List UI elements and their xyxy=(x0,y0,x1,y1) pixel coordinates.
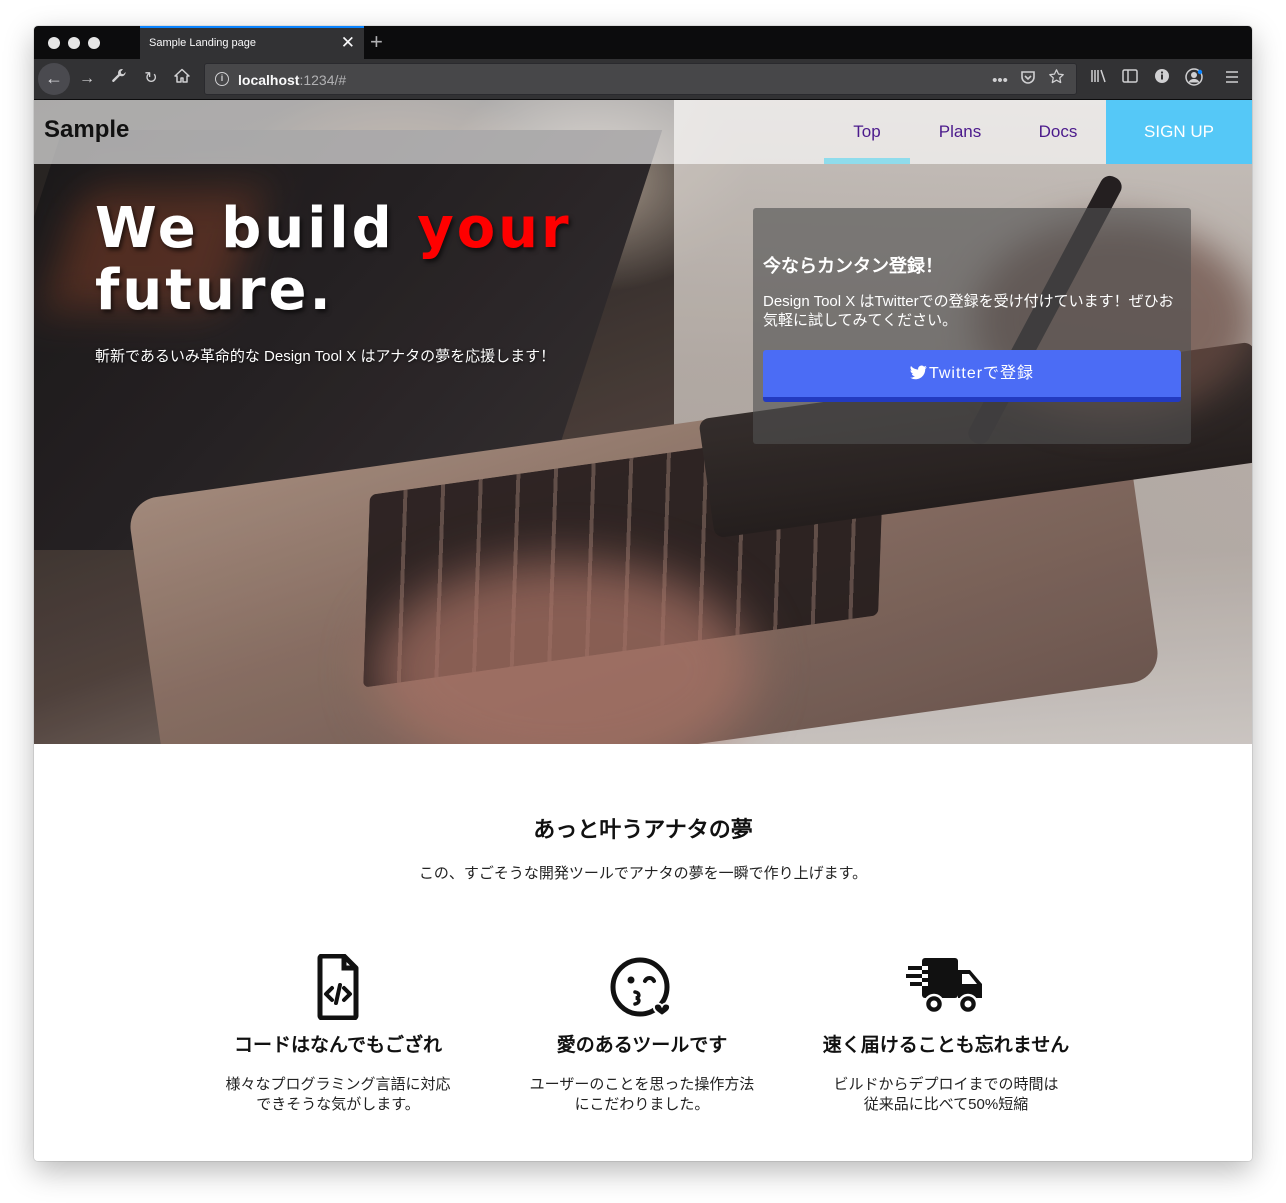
wrench-icon[interactable] xyxy=(107,68,131,90)
signup-button[interactable]: SIGN UP xyxy=(1106,100,1252,164)
sidebar-icon[interactable] xyxy=(1118,68,1142,90)
reload-icon[interactable]: ↻ xyxy=(139,68,163,90)
kiss-heart-icon xyxy=(610,957,672,1018)
window-minimize-dot[interactable] xyxy=(68,37,80,49)
feature-item: 愛のあるツールです ユーザーのことを思った操作方法 にこだわりました。 xyxy=(492,954,792,1115)
tab-sample-landing[interactable]: Sample Landing page ✕ xyxy=(140,26,364,59)
shipping-fast-icon xyxy=(906,958,982,1015)
tab-close-icon[interactable]: ✕ xyxy=(341,33,355,53)
window-zoom-dot[interactable] xyxy=(88,37,100,49)
features-title: あっと叶うアナタの夢 xyxy=(533,817,753,842)
nav-top[interactable]: Top xyxy=(824,100,910,164)
feature-desc-line: にこだわりました。 xyxy=(574,1096,710,1113)
new-tab-icon[interactable]: + xyxy=(370,29,383,55)
bookmark-star-icon[interactable] xyxy=(1042,68,1070,92)
nav-active-indicator xyxy=(824,158,910,164)
feature-title: 速く届けることも忘れません xyxy=(822,1035,1070,1056)
back-arrow-icon[interactable]: ← xyxy=(38,63,70,95)
feature-desc: ビルドからデプロイまでの時間は 従来品に比べて50%短縮 xyxy=(796,1075,1096,1115)
feature-desc-line: 従来品に比べて50%短縮 xyxy=(863,1096,1029,1113)
url-actions: ••• xyxy=(986,68,1070,92)
url-host: localhost xyxy=(238,72,300,88)
hero-subtitle: 斬新であるいみ革命的な Design Tool X はアナタの夢を応援します！ xyxy=(95,348,556,365)
nav-top-label: Top xyxy=(853,122,881,141)
feature-item: 速く届けることも忘れません ビルドからデプロイまでの時間は 従来品に比べて50%短… xyxy=(796,954,1096,1115)
tab-bar: Sample Landing page ✕ + xyxy=(34,26,1252,59)
feature-desc-line: 様々なプログラミング言語に対応 xyxy=(225,1076,451,1093)
profile-icon[interactable] xyxy=(1182,68,1206,90)
browser-window: Sample Landing page ✕ + ← → ↻ i localhos… xyxy=(34,26,1252,1161)
site-header: Sample Top Plans Docs SIGN UP xyxy=(34,100,1252,164)
feature-title: コードはなんでもござれ xyxy=(233,1035,443,1056)
site-info-icon[interactable]: i xyxy=(215,72,229,86)
twitter-signup-label: Twitterで登録 xyxy=(928,365,1035,382)
feature-desc-line: できそうな気がします。 xyxy=(256,1096,420,1113)
page-actions-icon[interactable]: ••• xyxy=(986,70,1014,92)
signup-panel: 今ならカンタン登録！ Design Tool X はTwitterでの登録を受け… xyxy=(753,208,1191,444)
page-content: Sample Top Plans Docs SIGN UP We build y… xyxy=(34,100,1252,1161)
twitter-bird-icon xyxy=(909,365,927,380)
url-path: :1234/# xyxy=(299,72,347,88)
hero-section: Sample Top Plans Docs SIGN UP We build y… xyxy=(34,100,1252,744)
feature-title: 愛のあるツールです xyxy=(556,1035,728,1056)
brand-logo[interactable]: Sample xyxy=(44,116,129,144)
navigation-toolbar: ← → ↻ i localhost:1234/# ••• xyxy=(34,59,1252,100)
feature-item: コードはなんでもござれ 様々なプログラミング言語に対応 できそうな気がします。 xyxy=(188,954,488,1115)
forward-arrow-icon[interactable]: → xyxy=(75,68,99,90)
feature-desc: ユーザーのことを思った操作方法 にこだわりました。 xyxy=(492,1075,792,1115)
nav-plans[interactable]: Plans xyxy=(920,100,1000,164)
signup-panel-text: Design Tool X はTwitterでの登録を受け付けています！ぜひお気… xyxy=(763,293,1174,329)
headline-accent: your xyxy=(417,196,572,261)
nav-docs[interactable]: Docs xyxy=(1018,100,1098,164)
headline-part2: future. xyxy=(95,258,334,323)
file-code-icon xyxy=(317,954,359,1020)
feature-desc: 様々なプログラミング言語に対応 できそうな気がします。 xyxy=(188,1075,488,1115)
headline-part1: We build xyxy=(95,196,418,261)
twitter-signup-button[interactable]: Twitterで登録 xyxy=(763,350,1181,402)
menu-icon[interactable] xyxy=(1220,68,1244,90)
info-icon[interactable] xyxy=(1150,68,1174,90)
home-icon[interactable] xyxy=(170,68,194,90)
window-close-dot[interactable] xyxy=(48,37,60,49)
pocket-icon[interactable] xyxy=(1014,69,1042,92)
tab-title: Sample Landing page xyxy=(149,37,257,49)
features-subtitle: この、すごそうな開発ツールでアナタの夢を一瞬で作り上げます。 xyxy=(418,865,868,882)
library-icon[interactable] xyxy=(1087,68,1111,90)
feature-desc-line: ユーザーのことを思った操作方法 xyxy=(529,1076,755,1093)
signup-panel-title: 今ならカンタン登録！ xyxy=(763,256,943,276)
url-text[interactable]: localhost:1234/# xyxy=(238,72,346,88)
url-bar[interactable]: i localhost:1234/# ••• xyxy=(204,63,1077,95)
feature-desc-line: ビルドからデプロイまでの時間は xyxy=(833,1076,1059,1093)
hero-headline: We build your future. xyxy=(95,198,715,322)
